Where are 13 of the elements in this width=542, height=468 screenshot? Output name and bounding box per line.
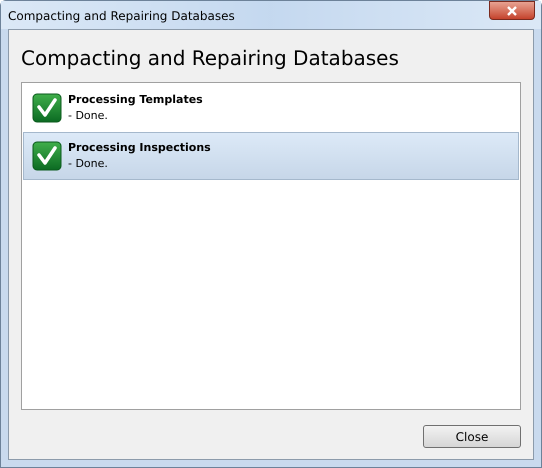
close-dialog-button[interactable]: Close (423, 425, 521, 448)
close-button[interactable] (489, 1, 535, 20)
close-icon (506, 6, 518, 16)
window-title: Compacting and Repairing Databases (8, 8, 235, 25)
task-item[interactable]: Processing Templates - Done. (23, 84, 519, 132)
dialog-heading: Compacting and Repairing Databases (21, 45, 400, 71)
task-title: Processing Templates (68, 92, 203, 108)
task-status: - Done. (68, 108, 109, 124)
task-status: - Done. (68, 156, 109, 172)
checkmark-icon (32, 141, 62, 171)
task-item[interactable]: Processing Inspections - Done. (23, 132, 519, 180)
checkmark-icon (32, 93, 62, 123)
task-title: Processing Inspections (68, 140, 211, 156)
